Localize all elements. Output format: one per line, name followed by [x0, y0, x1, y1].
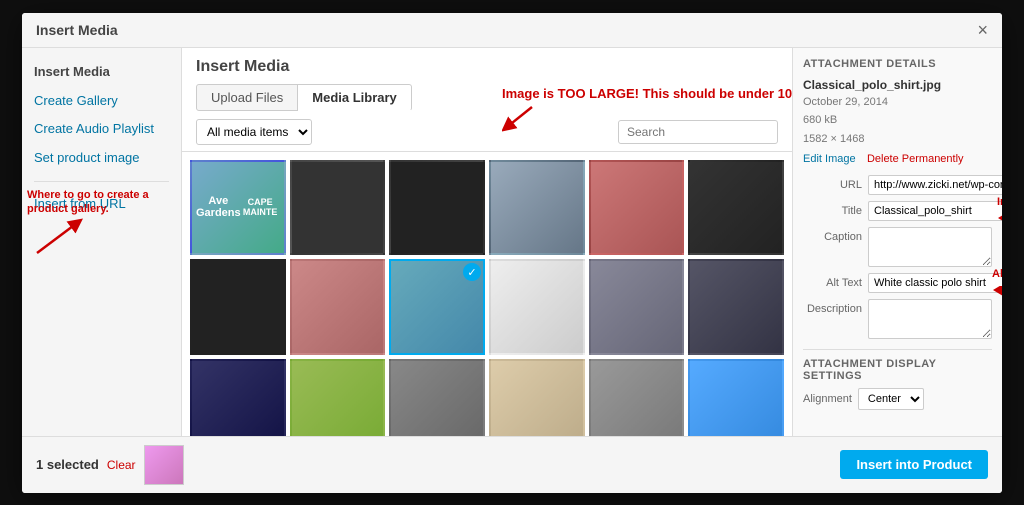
attachment-dimensions: 1582 × 1468: [803, 131, 992, 148]
tab-upload-files[interactable]: Upload Files: [196, 84, 298, 111]
main-header: Insert Media Upload Files Media Library …: [182, 48, 792, 152]
url-field-row: URL: [803, 175, 992, 195]
thumb-13[interactable]: [190, 359, 286, 436]
image-title-annotation: Image Title: [997, 196, 1002, 231]
insert-into-product-button[interactable]: Insert into Product: [840, 450, 988, 479]
alignment-label: Alignment: [803, 393, 852, 405]
toolbar: All media items: [196, 119, 778, 145]
thumb-7[interactable]: [190, 259, 286, 355]
delete-permanently-link[interactable]: Delete Permanently: [867, 153, 964, 165]
sidebar-divider: [34, 181, 169, 182]
modal-overlay: Insert Media × Insert Media Create Galle…: [0, 0, 1024, 505]
selected-thumbnail: [144, 445, 184, 485]
attachment-info: Classical_polo_shirt.jpg October 29, 201…: [803, 78, 992, 166]
alt-text-field-row: Alt Text Alt Text: [803, 273, 992, 293]
sidebar: Insert Media Create Gallery Create Audio…: [22, 48, 182, 436]
thumb-3[interactable]: [389, 160, 485, 256]
thumb-16[interactable]: [489, 359, 585, 436]
thumb-9[interactable]: ✓: [389, 259, 485, 355]
thumb-6[interactable]: [688, 160, 784, 256]
caption-textarea[interactable]: [868, 227, 992, 267]
thumb-14[interactable]: [290, 359, 386, 436]
thumb-15[interactable]: [389, 359, 485, 436]
sidebar-title: Insert Media: [22, 58, 181, 87]
gallery-area: Ave GardensCAPE MAINTE ✓: [182, 152, 792, 436]
main-content: Insert Media Upload Files Media Library …: [182, 48, 792, 436]
modal-header-title: Insert Media: [36, 22, 118, 38]
annotation-arrow: [27, 218, 87, 258]
alt-text-annotation: Alt Text: [992, 268, 1002, 303]
gallery-grid: Ave GardensCAPE MAINTE ✓: [190, 160, 784, 436]
thumb-17[interactable]: [589, 359, 685, 436]
thumb-11[interactable]: [589, 259, 685, 355]
insert-media-modal: Insert Media × Insert Media Create Galle…: [22, 13, 1002, 493]
details-panel: ATTACHMENT DETAILS Classical_polo_shirt.…: [792, 48, 1002, 436]
display-settings-title: ATTACHMENT DISPLAY SETTINGS: [803, 349, 992, 382]
title-arrow: [997, 208, 1002, 228]
alignment-select[interactable]: Center None Left Right: [858, 388, 924, 410]
thumb-10[interactable]: [489, 259, 585, 355]
attachment-size: 680 kB: [803, 112, 992, 129]
caption-label: Caption: [803, 227, 868, 243]
thumb-18[interactable]: [688, 359, 784, 436]
main-header-title: Insert Media: [196, 58, 778, 76]
url-input[interactable]: [868, 175, 1002, 195]
alt-arrow: [992, 280, 1002, 300]
modal-header: Insert Media ×: [22, 13, 1002, 48]
thumb-1[interactable]: Ave GardensCAPE MAINTE: [190, 160, 286, 256]
caption-field-row: Caption: [803, 227, 992, 267]
thumb-12[interactable]: [688, 259, 784, 355]
alignment-row: Alignment Center None Left Right: [803, 388, 992, 410]
sidebar-item-set-product-image[interactable]: Set product image: [22, 144, 181, 173]
clear-link[interactable]: Clear: [107, 458, 136, 472]
attachment-details-title: ATTACHMENT DETAILS: [803, 58, 992, 70]
sidebar-item-create-gallery[interactable]: Create Gallery: [22, 87, 181, 116]
modal-footer: 1 selected Clear Insert into Product: [22, 436, 1002, 493]
close-button[interactable]: ×: [977, 21, 988, 39]
sidebar-item-insert-from-url[interactable]: Insert from URL: [22, 190, 181, 219]
thumb-8[interactable]: [290, 259, 386, 355]
tab-media-library[interactable]: Media Library: [298, 84, 412, 111]
alt-text-input[interactable]: [868, 273, 1002, 293]
alt-text-label: Alt Text: [803, 273, 868, 289]
thumb-5[interactable]: [589, 160, 685, 256]
title-input[interactable]: [868, 201, 1002, 221]
selected-info: 1 selected Clear: [36, 445, 184, 485]
thumb-check: ✓: [463, 263, 481, 281]
description-label: Description: [803, 299, 868, 315]
thumb-4[interactable]: [489, 160, 585, 256]
url-label: URL: [803, 175, 868, 191]
modal-body: Insert Media Create Gallery Create Audio…: [22, 48, 1002, 436]
description-field-row: Description: [803, 299, 992, 339]
title-label: Title: [803, 201, 868, 217]
edit-image-link[interactable]: Edit Image: [803, 153, 856, 165]
attachment-date: October 29, 2014: [803, 94, 992, 111]
search-input[interactable]: [618, 120, 778, 144]
tabs: Upload Files Media Library: [196, 84, 778, 111]
attachment-links: Edit Image Delete Permanently: [803, 151, 992, 165]
title-field-row: Title Image Title: [803, 201, 992, 221]
attachment-filename: Classical_polo_shirt.jpg: [803, 78, 992, 92]
thumb-2[interactable]: [290, 160, 386, 256]
sidebar-item-create-playlist[interactable]: Create Audio Playlist: [22, 115, 181, 144]
description-textarea[interactable]: [868, 299, 992, 339]
selected-count: 1 selected: [36, 457, 99, 472]
media-filter[interactable]: All media items: [196, 119, 312, 145]
